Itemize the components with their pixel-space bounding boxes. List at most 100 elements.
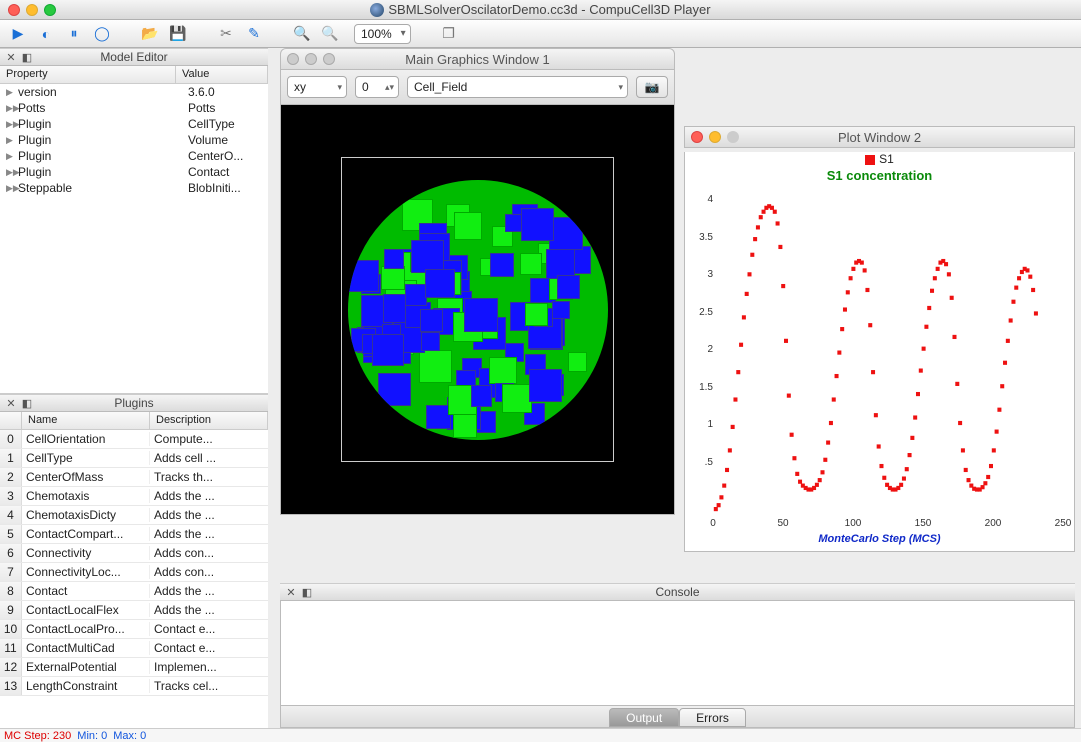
app-title: SBMLSolverOscilatorDemo.cc3d - CompuCell… — [0, 2, 1081, 18]
row-index: 0 — [0, 430, 22, 448]
console-tabs: Output Errors — [280, 706, 1075, 728]
console-body[interactable] — [280, 601, 1075, 706]
y-tick: 1 — [689, 419, 713, 430]
disclosure-triangle-icon[interactable]: ▶ — [6, 103, 18, 114]
plugin-desc: Adds the ... — [150, 603, 268, 617]
graphics-title-bar[interactable]: Main Graphics Window 1 — [280, 48, 675, 70]
tab-output[interactable]: Output — [609, 708, 679, 727]
row-index: 4 — [0, 506, 22, 524]
disclosure-triangle-icon[interactable] — [6, 135, 18, 146]
row-index: 10 — [0, 620, 22, 638]
table-row[interactable]: 13LengthConstraintTracks cel... — [0, 677, 268, 696]
disclosure-triangle-icon[interactable] — [6, 87, 18, 98]
table-row[interactable]: 1CellTypeAdds cell ... — [0, 449, 268, 468]
x-tick: 0 — [710, 518, 716, 529]
tree-row[interactable]: ▶PluginCellType — [0, 116, 268, 132]
disclosure-triangle-icon[interactable]: ▶ — [6, 183, 18, 194]
table-row[interactable]: 9ContactLocalFlexAdds the ... — [0, 601, 268, 620]
console-header: ✕◧ Console — [280, 583, 1075, 601]
graphics-canvas[interactable] — [280, 105, 675, 515]
plugin-desc: Adds the ... — [150, 527, 268, 541]
x-tick: 50 — [777, 518, 788, 529]
chart-title: S1 concentration — [685, 168, 1074, 183]
y-tick: 2 — [689, 344, 713, 355]
row-index: 5 — [0, 525, 22, 543]
table-row[interactable]: 2CenterOfMassTracks th... — [0, 468, 268, 487]
y-tick: 2.5 — [689, 307, 713, 318]
table-row[interactable]: 3ChemotaxisAdds the ... — [0, 487, 268, 506]
col-index[interactable] — [0, 412, 22, 429]
tree-row[interactable]: version3.6.0 — [0, 84, 268, 100]
legend-swatch — [865, 155, 875, 165]
slice-spinner[interactable]: 0▴▾ — [355, 76, 399, 98]
screenshot-button[interactable]: 📷 — [636, 76, 668, 98]
row-index: 9 — [0, 601, 22, 619]
row-index: 1 — [0, 449, 22, 467]
windows-button[interactable]: ❐ — [439, 24, 459, 44]
plot-area[interactable] — [713, 200, 1064, 513]
table-row[interactable]: 12ExternalPotentialImplemen... — [0, 658, 268, 677]
model-editor-body[interactable]: version3.6.0▶PottsPotts▶PluginCellTypePl… — [0, 84, 268, 394]
tree-val: Contact — [188, 165, 229, 179]
table-row[interactable]: 4ChemotaxisDictyAdds the ... — [0, 506, 268, 525]
disclosure-triangle-icon[interactable]: ▶ — [6, 167, 18, 178]
plot-title-bar[interactable]: Plot Window 2 — [684, 126, 1075, 148]
plot-body: S1 S1 concentration MonteCarlo Step (MCS… — [684, 152, 1075, 552]
table-row[interactable]: 5ContactCompart...Adds the ... — [0, 525, 268, 544]
table-row[interactable]: 8ContactAdds the ... — [0, 582, 268, 601]
tree-val: CenterO... — [188, 149, 243, 163]
plugin-name: ContactCompart... — [22, 527, 150, 541]
zoom-in-button[interactable]: 🔍 — [292, 24, 312, 44]
model-editor-header: ✕◧ Model Editor — [0, 48, 268, 66]
zoom-out-button[interactable]: 🔍 — [320, 24, 340, 44]
table-row[interactable]: 0CellOrientationCompute... — [0, 430, 268, 449]
table-row[interactable]: 11ContactMultiCadContact e... — [0, 639, 268, 658]
disclosure-triangle-icon[interactable]: ▶ — [6, 119, 18, 130]
tree-val: BlobIniti... — [188, 181, 241, 195]
open-button[interactable]: 📂 — [140, 24, 160, 44]
row-index: 6 — [0, 544, 22, 562]
y-tick: 3.5 — [689, 232, 713, 243]
play-button[interactable]: ▶ — [8, 24, 28, 44]
tree-row[interactable]: ▶SteppableBlobIniti... — [0, 180, 268, 196]
plugin-name: ContactLocalFlex — [22, 603, 150, 617]
disclosure-triangle-icon[interactable] — [6, 151, 18, 162]
plugins-body[interactable]: 0CellOrientationCompute...1CellTypeAdds … — [0, 430, 268, 728]
x-tick: 250 — [1055, 518, 1072, 529]
zoom-select[interactable]: 100%▾ — [354, 24, 411, 44]
step-button[interactable]: ◐ — [36, 24, 56, 44]
plugin-name: Connectivity — [22, 546, 150, 560]
pause-button[interactable]: ⏸ — [64, 24, 84, 44]
save-button[interactable]: 💾 — [168, 24, 188, 44]
field-select[interactable]: Cell_Field▾ — [407, 76, 628, 98]
row-index: 7 — [0, 563, 22, 581]
status-max: Max: 0 — [113, 730, 146, 742]
tools-button[interactable]: ✂ — [216, 24, 236, 44]
plot-title: Plot Window 2 — [685, 130, 1074, 145]
plugin-desc: Adds the ... — [150, 508, 268, 522]
tree-prop: Plugin — [18, 149, 188, 163]
tree-row[interactable]: PluginCenterO... — [0, 148, 268, 164]
x-tick: 200 — [985, 518, 1002, 529]
table-row[interactable]: 6ConnectivityAdds con... — [0, 544, 268, 563]
tree-val: Potts — [188, 101, 215, 115]
projection-select[interactable]: xy▾ — [287, 76, 347, 98]
tree-prop: Plugin — [18, 117, 188, 131]
col-description[interactable]: Description — [150, 412, 268, 429]
tree-row[interactable]: PluginVolume — [0, 132, 268, 148]
tree-row[interactable]: ▶PluginContact — [0, 164, 268, 180]
table-row[interactable]: 7ConnectivityLoc...Adds con... — [0, 563, 268, 582]
model-editor-columns: Property Value — [0, 66, 268, 84]
plugin-desc: Adds cell ... — [150, 451, 268, 465]
graphics-toolbar: xy▾ 0▴▾ Cell_Field▾ 📷 — [280, 70, 675, 105]
tree-row[interactable]: ▶PottsPotts — [0, 100, 268, 116]
tab-errors[interactable]: Errors — [679, 708, 746, 727]
col-name[interactable]: Name — [22, 412, 150, 429]
plugins-columns: Name Description — [0, 412, 268, 430]
stop-button[interactable]: ◯ — [92, 24, 112, 44]
row-index: 13 — [0, 677, 22, 695]
col-property[interactable]: Property — [0, 66, 176, 83]
edit-button[interactable]: ✎ — [244, 24, 264, 44]
col-value[interactable]: Value — [176, 66, 268, 83]
table-row[interactable]: 10ContactLocalPro...Contact e... — [0, 620, 268, 639]
